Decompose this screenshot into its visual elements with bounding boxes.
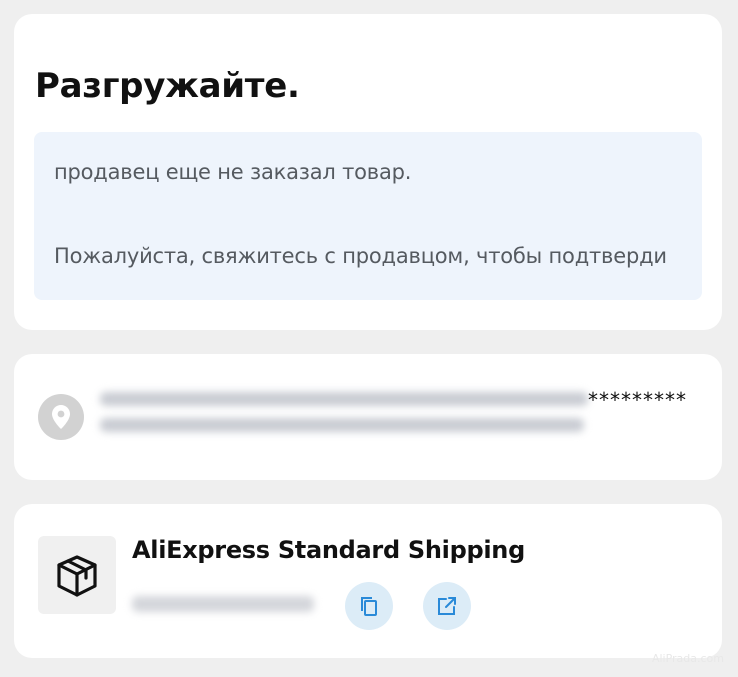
- watermark: AliPrada.com: [651, 652, 724, 665]
- copy-icon: [361, 597, 377, 616]
- package-icon: [38, 536, 116, 614]
- address-card[interactable]: *********: [14, 354, 722, 480]
- notice-box: продавец еще не заказал товар. Пожалуйст…: [34, 132, 702, 300]
- masked-phone: *********: [588, 388, 687, 412]
- external-link-icon: [438, 597, 456, 615]
- shipping-card: AliExpress Standard Shipping: [14, 504, 722, 658]
- carrier-name: AliExpress Standard Shipping: [132, 536, 525, 564]
- open-tracking-button[interactable]: [423, 582, 471, 630]
- notice-line: Пожалуйста, свяжитесь с продавцом, чтобы…: [54, 244, 667, 268]
- status-title: Разгружайте.: [35, 66, 300, 106]
- order-status-card: Разгружайте. продавец еще не заказал тов…: [14, 14, 722, 330]
- copy-tracking-button[interactable]: [345, 582, 393, 630]
- notice-line: продавец еще не заказал товар.: [54, 160, 412, 184]
- location-pin-icon: [38, 394, 84, 440]
- redacted-tracking-number: [132, 596, 314, 612]
- redacted-address-line: [100, 392, 588, 406]
- redacted-address-line: [100, 418, 584, 432]
